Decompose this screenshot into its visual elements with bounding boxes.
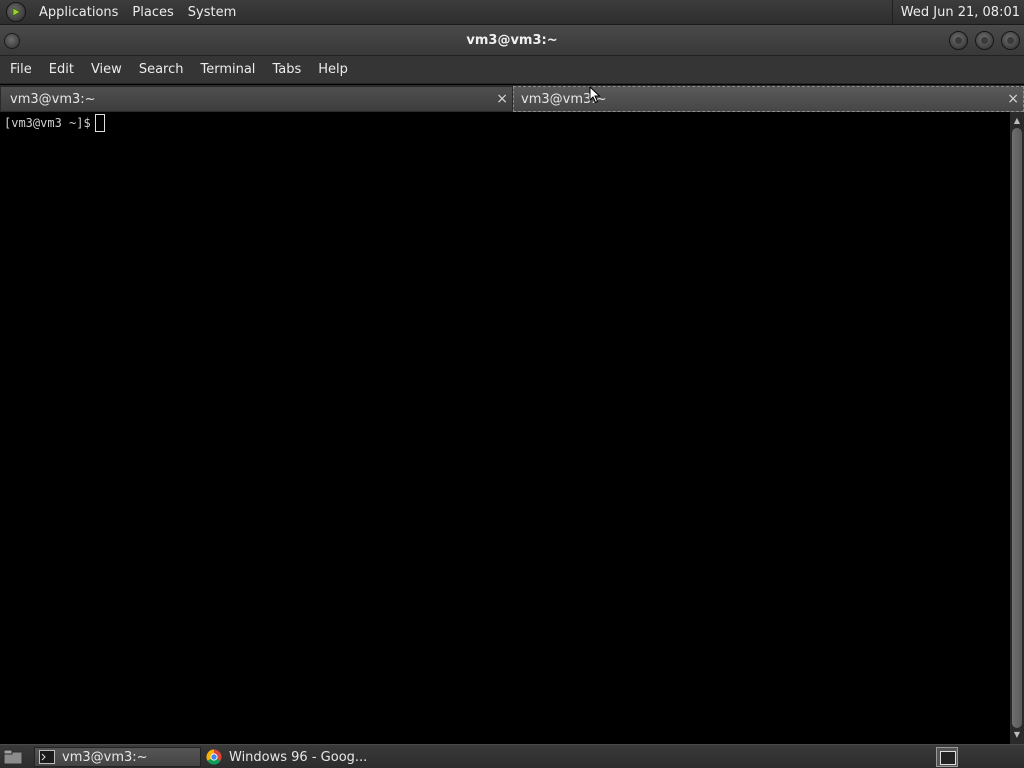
scroll-thumb[interactable] xyxy=(1012,128,1022,728)
scroll-up-arrow-icon[interactable]: ▲ xyxy=(1010,114,1024,128)
task-label: vm3@vm3:~ xyxy=(62,749,148,765)
menu-tabs[interactable]: Tabs xyxy=(265,56,308,84)
tab-bar: vm3@vm3:~ × vm3@vm3:~ × xyxy=(0,85,1024,112)
menu-bar: File Edit View Search Terminal Tabs Help xyxy=(0,56,1024,84)
top-panel: Applications Places System Wed Jun 21, 0… xyxy=(0,0,1024,25)
bottom-panel: vm3@vm3:~ Windows 96 - Goog... xyxy=(0,744,1024,768)
mouse-pointer-icon xyxy=(589,86,601,104)
window-title: vm3@vm3:~ xyxy=(466,33,558,48)
menu-help[interactable]: Help xyxy=(311,56,355,84)
taskbar-item-terminal[interactable]: vm3@vm3:~ xyxy=(34,747,201,767)
taskbar-item-browser[interactable]: Windows 96 - Goog... xyxy=(204,747,394,767)
menu-view[interactable]: View xyxy=(84,56,129,84)
distro-logo-icon[interactable] xyxy=(6,2,26,22)
menu-edit[interactable]: Edit xyxy=(42,56,81,84)
tab-close-icon[interactable]: × xyxy=(1007,87,1019,111)
chrome-icon xyxy=(206,749,222,765)
scroll-down-arrow-icon[interactable]: ▼ xyxy=(1010,728,1024,742)
show-desktop-icon[interactable] xyxy=(3,748,23,766)
vertical-scrollbar[interactable]: ▲ ▼ xyxy=(1010,112,1024,744)
tab-close-icon[interactable]: × xyxy=(496,87,508,111)
text-cursor xyxy=(94,114,105,132)
system-menu[interactable]: System xyxy=(181,0,243,25)
menu-file[interactable]: File xyxy=(3,56,39,84)
places-menu[interactable]: Places xyxy=(125,0,180,25)
tab-1[interactable]: vm3@vm3:~ × xyxy=(0,86,513,112)
task-label: Windows 96 - Goog... xyxy=(229,749,368,765)
tab-label: vm3@vm3:~ xyxy=(10,92,96,107)
minimize-button[interactable] xyxy=(949,31,968,50)
terminal-icon xyxy=(39,750,55,764)
workspace-switcher[interactable] xyxy=(936,747,958,767)
shell-prompt: [vm3@vm3 ~]$ xyxy=(4,116,91,130)
applications-menu[interactable]: Applications xyxy=(32,0,125,25)
title-bar[interactable]: vm3@vm3:~ xyxy=(0,25,1024,56)
close-button[interactable] xyxy=(1001,31,1020,50)
clock[interactable]: Wed Jun 21, 08:01 xyxy=(891,0,1020,25)
maximize-button[interactable] xyxy=(975,31,994,50)
terminal-area[interactable]: [vm3@vm3 ~]$ xyxy=(0,112,1010,744)
menu-terminal[interactable]: Terminal xyxy=(193,56,262,84)
menu-search[interactable]: Search xyxy=(132,56,191,84)
prompt-line: [vm3@vm3 ~]$ xyxy=(4,114,105,132)
